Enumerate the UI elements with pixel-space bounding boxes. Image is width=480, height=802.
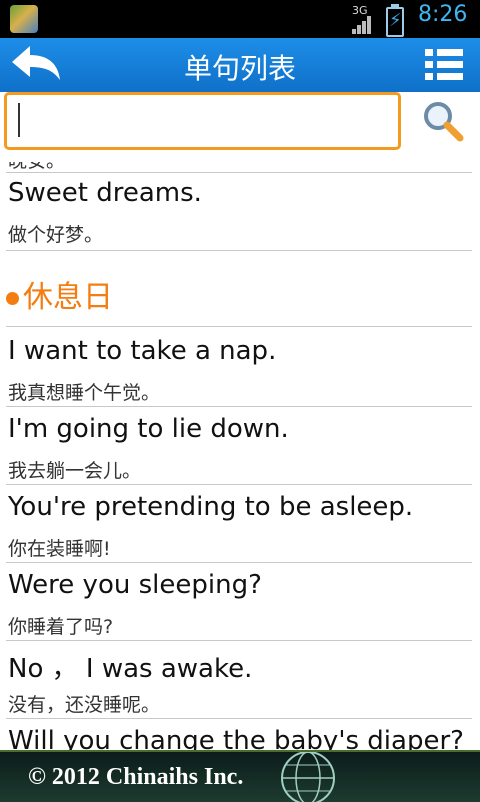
- divider: [6, 326, 472, 327]
- copyright-text: © 2012 Chinaihs Inc.: [28, 764, 244, 790]
- sentence-chinese: 我去躺一会儿。: [8, 460, 142, 482]
- divider: [6, 406, 472, 407]
- sentence-english: Sweet dreams.: [8, 178, 202, 208]
- divider: [6, 172, 472, 173]
- page-title: 单句列表: [183, 52, 296, 85]
- search-button[interactable]: [416, 96, 470, 146]
- search-bar: [0, 92, 480, 162]
- battery-icon: ⚡: [386, 4, 404, 37]
- search-icon: [424, 102, 464, 142]
- status-clock: 8:26: [418, 2, 468, 27]
- status-bar: 3G ⚡ 8:26: [0, 0, 480, 38]
- divider: [6, 484, 472, 485]
- title-bar: 单句列表: [0, 38, 480, 92]
- signal-icon: [352, 16, 374, 34]
- sentence-english: I'm going to lie down.: [8, 414, 289, 444]
- ad-banner[interactable]: © 2012 Chinaihs Inc.: [0, 750, 480, 802]
- sentence-list[interactable]: 晚安。 Sweet dreams. 做个好梦。 休息日 I want to ta…: [0, 162, 480, 750]
- sentence-english: Were you sleeping?: [8, 570, 262, 600]
- text-cursor: [18, 103, 20, 137]
- sentence-english: I want to take a nap.: [8, 336, 277, 366]
- sentence-chinese: 你在装睡啊!: [8, 538, 111, 560]
- sentence-chinese: 做个好梦。: [8, 224, 104, 246]
- divider: [6, 640, 472, 641]
- divider: [6, 250, 472, 251]
- list-icon: [425, 49, 463, 80]
- divider: [6, 562, 472, 563]
- section-title: 休息日: [23, 280, 113, 315]
- sentence-english: No ， I was awake.: [8, 654, 253, 684]
- divider: [6, 718, 472, 719]
- sentence-chinese: 没有，还没睡呢。: [8, 694, 161, 716]
- bullet-icon: [6, 292, 19, 305]
- section-header: 休息日: [6, 272, 113, 316]
- sentence-chinese: 你睡着了吗?: [8, 616, 114, 638]
- globe-icon: [281, 752, 335, 802]
- list-menu-button[interactable]: [423, 45, 465, 85]
- sentence-chinese: 我真想睡个午觉。: [8, 382, 161, 404]
- sentence-english: You're pretending to be asleep.: [8, 492, 414, 522]
- search-input[interactable]: [4, 92, 401, 150]
- sentence-english: Will you change the baby's diaper?: [8, 726, 464, 750]
- app-notification-icon: [10, 5, 38, 33]
